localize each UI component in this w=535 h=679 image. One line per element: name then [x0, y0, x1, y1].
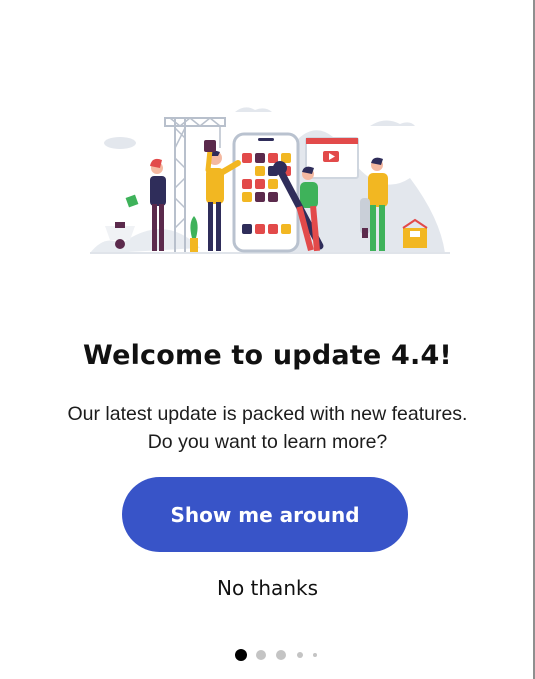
page-indicator	[0, 648, 535, 662]
dialog-message: Our latest update is packed with new fea…	[0, 400, 535, 456]
message-line-1: Our latest update is packed with new fea…	[67, 403, 468, 425]
show-me-around-button[interactable]: Show me around	[122, 477, 408, 552]
no-thanks-button[interactable]: No thanks	[0, 576, 535, 600]
message-line-2: Do you want to learn more?	[147, 431, 388, 453]
page-dot[interactable]	[297, 652, 303, 658]
page-dot[interactable]	[276, 650, 286, 660]
page-dot[interactable]	[313, 653, 317, 657]
team-building-app-illustration	[90, 107, 450, 254]
page-dot-active[interactable]	[235, 649, 247, 661]
page-dot[interactable]	[256, 650, 266, 660]
dialog-title: Welcome to update 4.4!	[83, 340, 452, 371]
